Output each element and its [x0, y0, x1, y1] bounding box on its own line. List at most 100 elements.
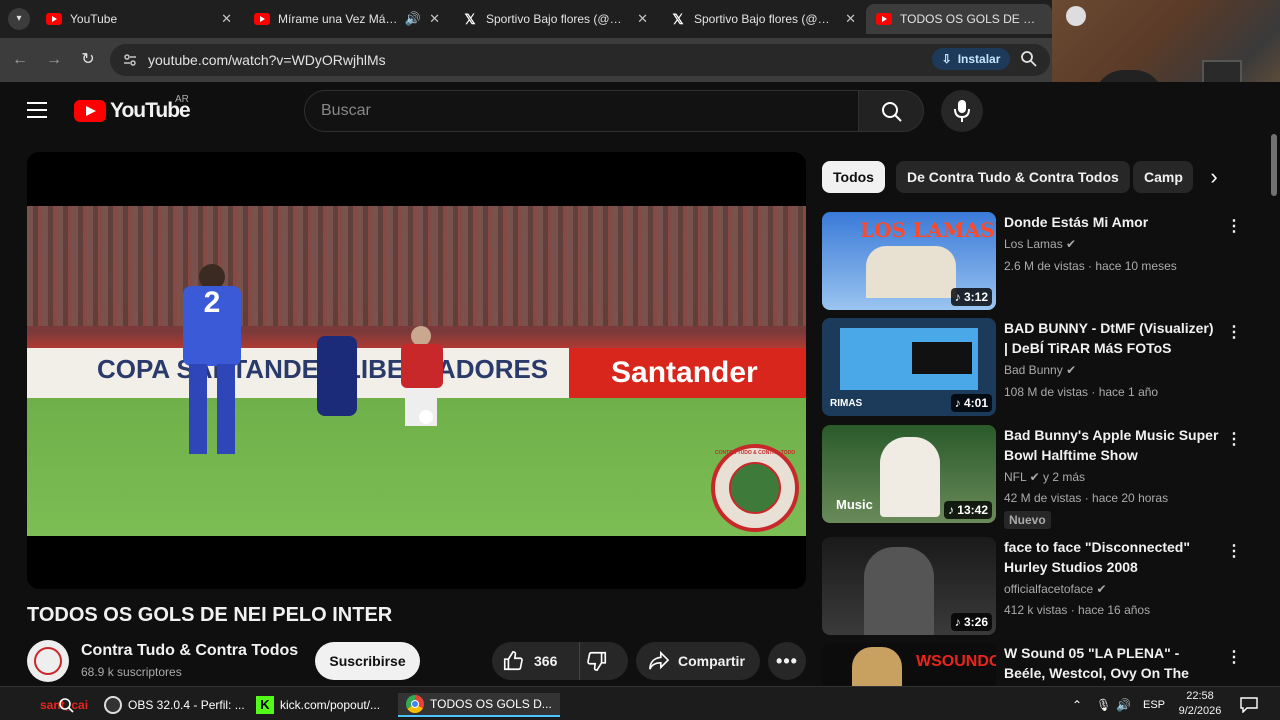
thumbnail-box: [912, 342, 972, 374]
more-vertical-icon[interactable]: ⋮: [1226, 429, 1242, 449]
verified-icon: ✔: [1096, 582, 1107, 596]
browser-tab-sportivo-2[interactable]: 𝕏 Sportivo Bajo flores (@Sportivo ✕: [660, 4, 866, 34]
video-thumbnail[interactable]: WSOUNDOS: [822, 643, 996, 686]
region-label: AR: [175, 94, 189, 105]
install-app-button[interactable]: ⇩ Instalar: [932, 48, 1010, 70]
share-button[interactable]: Compartir: [636, 642, 760, 680]
language-indicator[interactable]: ESP: [1143, 693, 1165, 717]
browser-tab-sportivo-1[interactable]: 𝕏 Sportivo Bajo flores (@Sportivo ✕: [452, 4, 658, 34]
dislike-button[interactable]: [586, 650, 610, 672]
recommendation-title[interactable]: Donde Estás Mi Amor: [1004, 212, 1219, 232]
install-label: Instalar: [957, 52, 1001, 66]
more-vertical-icon[interactable]: ⋮: [1226, 216, 1242, 236]
page-scrollbar[interactable]: [1268, 134, 1280, 686]
channel-avatar[interactable]: [27, 640, 69, 682]
channel-name[interactable]: Contra Tudo & Contra Todos: [81, 642, 298, 660]
tab-label: TODOS OS GOLS DE NEI PELO: [900, 12, 1042, 26]
recommendation-title[interactable]: W Sound 05 "LA PLENA" - Beéle, Westcol, …: [1004, 643, 1219, 686]
browser-tab-youtube[interactable]: YouTube ✕: [36, 4, 242, 34]
close-icon[interactable]: ✕: [637, 11, 648, 27]
taskbar-obs[interactable]: OBS 32.0.4 - Perfil: ...: [104, 693, 245, 717]
duration-badge: ♪ 3:12: [950, 288, 992, 306]
more-vertical-icon[interactable]: ⋮: [1226, 647, 1242, 667]
install-icon: ⇩: [941, 52, 952, 66]
back-icon[interactable]: ←: [8, 48, 32, 72]
recommendation-item[interactable]: ♪ 3:26 face to face "Disconnected" Hurle…: [822, 537, 1242, 637]
video-thumbnail[interactable]: Music ♪ 13:42: [822, 425, 996, 523]
like-button[interactable]: 366: [492, 642, 580, 680]
tray-chevron-icon[interactable]: ⌃: [1072, 693, 1082, 717]
close-icon[interactable]: ✕: [221, 11, 232, 27]
share-icon: [649, 651, 670, 670]
search-input[interactable]: Buscar: [304, 90, 860, 132]
new-badge: Nuevo: [1004, 511, 1051, 529]
player-blue: 2: [177, 264, 247, 454]
recommendation-views: 412 k vistas · hace 16 años: [1004, 603, 1151, 617]
youtube-icon: [46, 13, 62, 25]
video-thumbnail[interactable]: ♪ 3:26: [822, 537, 996, 635]
reload-icon[interactable]: ↻: [76, 48, 100, 72]
verified-icon: ✔: [1029, 470, 1040, 484]
thumbnail-text: Music: [836, 497, 873, 512]
clock-time: 22:58: [1186, 690, 1214, 702]
chip-todos[interactable]: Todos: [822, 161, 885, 193]
browser-tab-mirame[interactable]: Mírame una Vez Más - YouTube 🔊 ✕: [244, 4, 450, 34]
scrollbar-thumb[interactable]: [1271, 134, 1277, 196]
youtube-logo[interactable]: YouTube: [74, 99, 191, 123]
youtube-icon: [254, 13, 270, 25]
youtube-logo-icon: [74, 100, 106, 122]
more-actions-button[interactable]: •••: [768, 642, 806, 680]
address-bar[interactable]: youtube.com/watch?v=WDyORwjhlMs: [110, 44, 1050, 76]
notifications-icon[interactable]: [1240, 693, 1258, 717]
voice-search-button[interactable]: [941, 90, 983, 132]
recommendation-item[interactable]: WSOUNDOS W Sound 05 "LA PLENA" - Beéle, …: [822, 643, 1242, 686]
site-info-icon[interactable]: [122, 52, 138, 68]
recommendation-channel[interactable]: Los Lamas ✔: [1004, 237, 1076, 251]
taskbar-kick[interactable]: K kick.com/popout/...: [256, 693, 380, 717]
subscriber-count: 68.9 k suscriptores: [81, 665, 182, 679]
search-icon: [882, 102, 902, 122]
recommendation-channel[interactable]: officialfacetoface ✔: [1004, 582, 1107, 596]
microphone-tray-icon[interactable]: 🎙: [1096, 693, 1111, 717]
taskbar-search[interactable]: sant_cai: [40, 693, 88, 717]
video-thumbnail[interactable]: RIMAS ♪ 4:01: [822, 318, 996, 416]
chevron-right-icon[interactable]: ›: [1200, 161, 1228, 193]
tab-search-button[interactable]: ▾: [8, 8, 30, 30]
taskbar-chrome[interactable]: TODOS OS GOLS D...: [398, 693, 560, 717]
chip-channel[interactable]: De Contra Tudo & Contra Todos: [896, 161, 1130, 193]
subscribe-button[interactable]: Suscribirse: [315, 642, 420, 680]
close-icon[interactable]: ✕: [429, 11, 440, 27]
youtube-icon: [876, 13, 892, 25]
chip-camp[interactable]: Camp: [1133, 161, 1193, 193]
recommendation-item[interactable]: RIMAS ♪ 4:01 BAD BUNNY - DtMF (Visualize…: [822, 318, 1242, 418]
recommendation-channel[interactable]: Bad Bunny ✔: [1004, 363, 1076, 377]
video-player[interactable]: COPA SANTANDER LIBERTADORES Santander 2 …: [27, 152, 806, 589]
taskbar-label: TODOS OS GOLS D...: [430, 697, 552, 711]
more-vertical-icon[interactable]: ⋮: [1226, 322, 1242, 342]
more-vertical-icon[interactable]: ⋮: [1226, 541, 1242, 561]
speaker-icon[interactable]: 🔊: [405, 11, 421, 27]
thumbnail-text: WSOUNDOS: [916, 653, 996, 670]
like-count: 366: [534, 653, 558, 669]
recommendation-item[interactable]: Music ♪ 13:42 Bad Bunny's Apple Music Su…: [822, 425, 1242, 529]
url-text: youtube.com/watch?v=WDyORwjhlMs: [148, 52, 386, 68]
zoom-icon[interactable]: [1020, 50, 1038, 68]
recommendation-item[interactable]: LOS LAMAS ♪ 3:12 Donde Estás Mi Amor Los…: [822, 212, 1242, 312]
recommendation-channel[interactable]: NFL ✔ y 2 más: [1004, 470, 1085, 484]
volume-icon[interactable]: 🔊: [1116, 693, 1131, 717]
menu-icon[interactable]: [27, 102, 47, 118]
recommendation-title[interactable]: BAD BUNNY - DtMF (Visualizer) | DeBÍ TiR…: [1004, 318, 1219, 358]
music-note-icon: ♪: [954, 396, 964, 410]
forward-icon[interactable]: →: [42, 48, 66, 72]
browser-tab-active[interactable]: TODOS OS GOLS DE NEI PELO: [866, 4, 1052, 34]
tab-label: Mírame una Vez Más - YouTube: [278, 12, 401, 26]
duration-badge: ♪ 4:01: [950, 394, 992, 412]
close-icon[interactable]: ✕: [845, 11, 856, 27]
search-button[interactable]: [858, 90, 924, 132]
player-dark: [317, 336, 357, 416]
clock[interactable]: 22:58 9/2/2026: [1172, 689, 1228, 719]
recommendation-title[interactable]: face to face "Disconnected" Hurley Studi…: [1004, 537, 1219, 577]
recommendation-title[interactable]: Bad Bunny's Apple Music Super Bowl Halft…: [1004, 425, 1219, 465]
video-thumbnail[interactable]: LOS LAMAS ♪ 3:12: [822, 212, 996, 310]
youtube-header: YouTube AR Buscar: [0, 82, 1280, 140]
